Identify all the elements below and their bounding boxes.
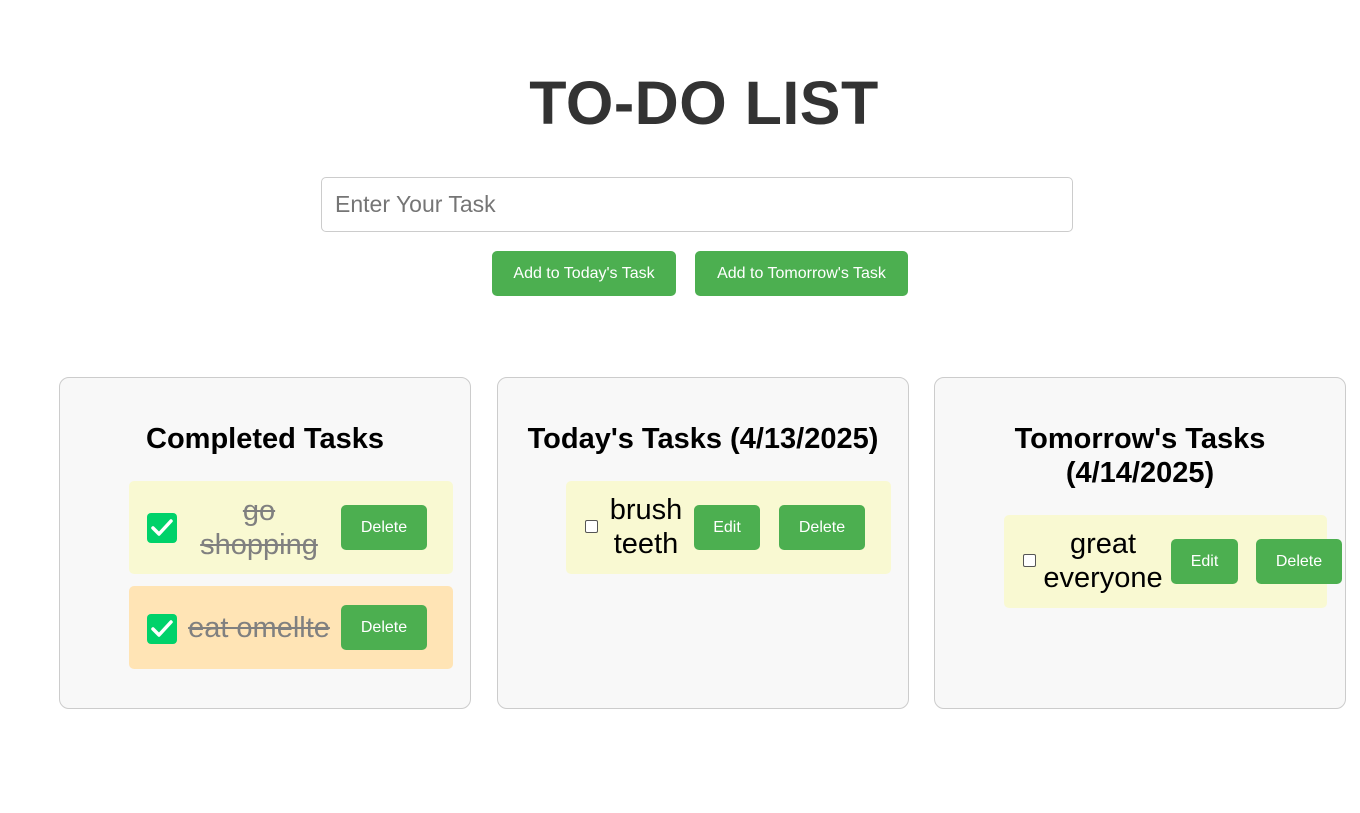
task-input[interactable] [321, 177, 1073, 232]
edit-button[interactable]: Edit [1171, 539, 1238, 584]
delete-button[interactable]: Delete [341, 505, 427, 550]
task-checkbox[interactable] [1023, 554, 1036, 567]
delete-button[interactable]: Delete [1256, 539, 1342, 584]
today-task-item: brush teeth Edit Delete [566, 481, 891, 574]
tomorrow-tasks-title: Tomorrow's Tasks (4/14/2025) [1014, 423, 1266, 489]
task-text: go shopping [200, 495, 318, 561]
checked-checkbox-icon[interactable] [147, 614, 177, 644]
completed-tasks-panel: Completed Tasks go shopping Delete eat o… [59, 377, 471, 709]
task-text: great everyone [1043, 528, 1163, 594]
completed-tasks-title: Completed Tasks [146, 423, 384, 455]
delete-button[interactable]: Delete [341, 605, 427, 650]
add-today-task-button[interactable]: Add to Today's Task [492, 251, 676, 296]
add-tomorrow-task-button[interactable]: Add to Tomorrow's Task [695, 251, 908, 296]
tomorrow-task-item: great everyone Edit Delete [1004, 515, 1342, 608]
completed-task-item: go shopping Delete [129, 481, 453, 574]
checked-checkbox-icon[interactable] [147, 513, 177, 543]
task-checkbox[interactable] [585, 520, 598, 533]
completed-task-item: eat omellte Delete [129, 586, 453, 669]
today-tasks-title: Today's Tasks (4/13/2025) [527, 423, 879, 455]
task-text: eat omellte [188, 612, 330, 644]
edit-button[interactable]: Edit [694, 505, 760, 550]
delete-button[interactable]: Delete [779, 505, 865, 550]
page-title: TO-DO LIST [529, 69, 879, 137]
task-text: brush teeth [609, 494, 683, 560]
today-tasks-panel: Today's Tasks (4/13/2025) brush teeth Ed… [497, 377, 909, 709]
tomorrow-tasks-panel: Tomorrow's Tasks (4/14/2025) great every… [934, 377, 1346, 709]
